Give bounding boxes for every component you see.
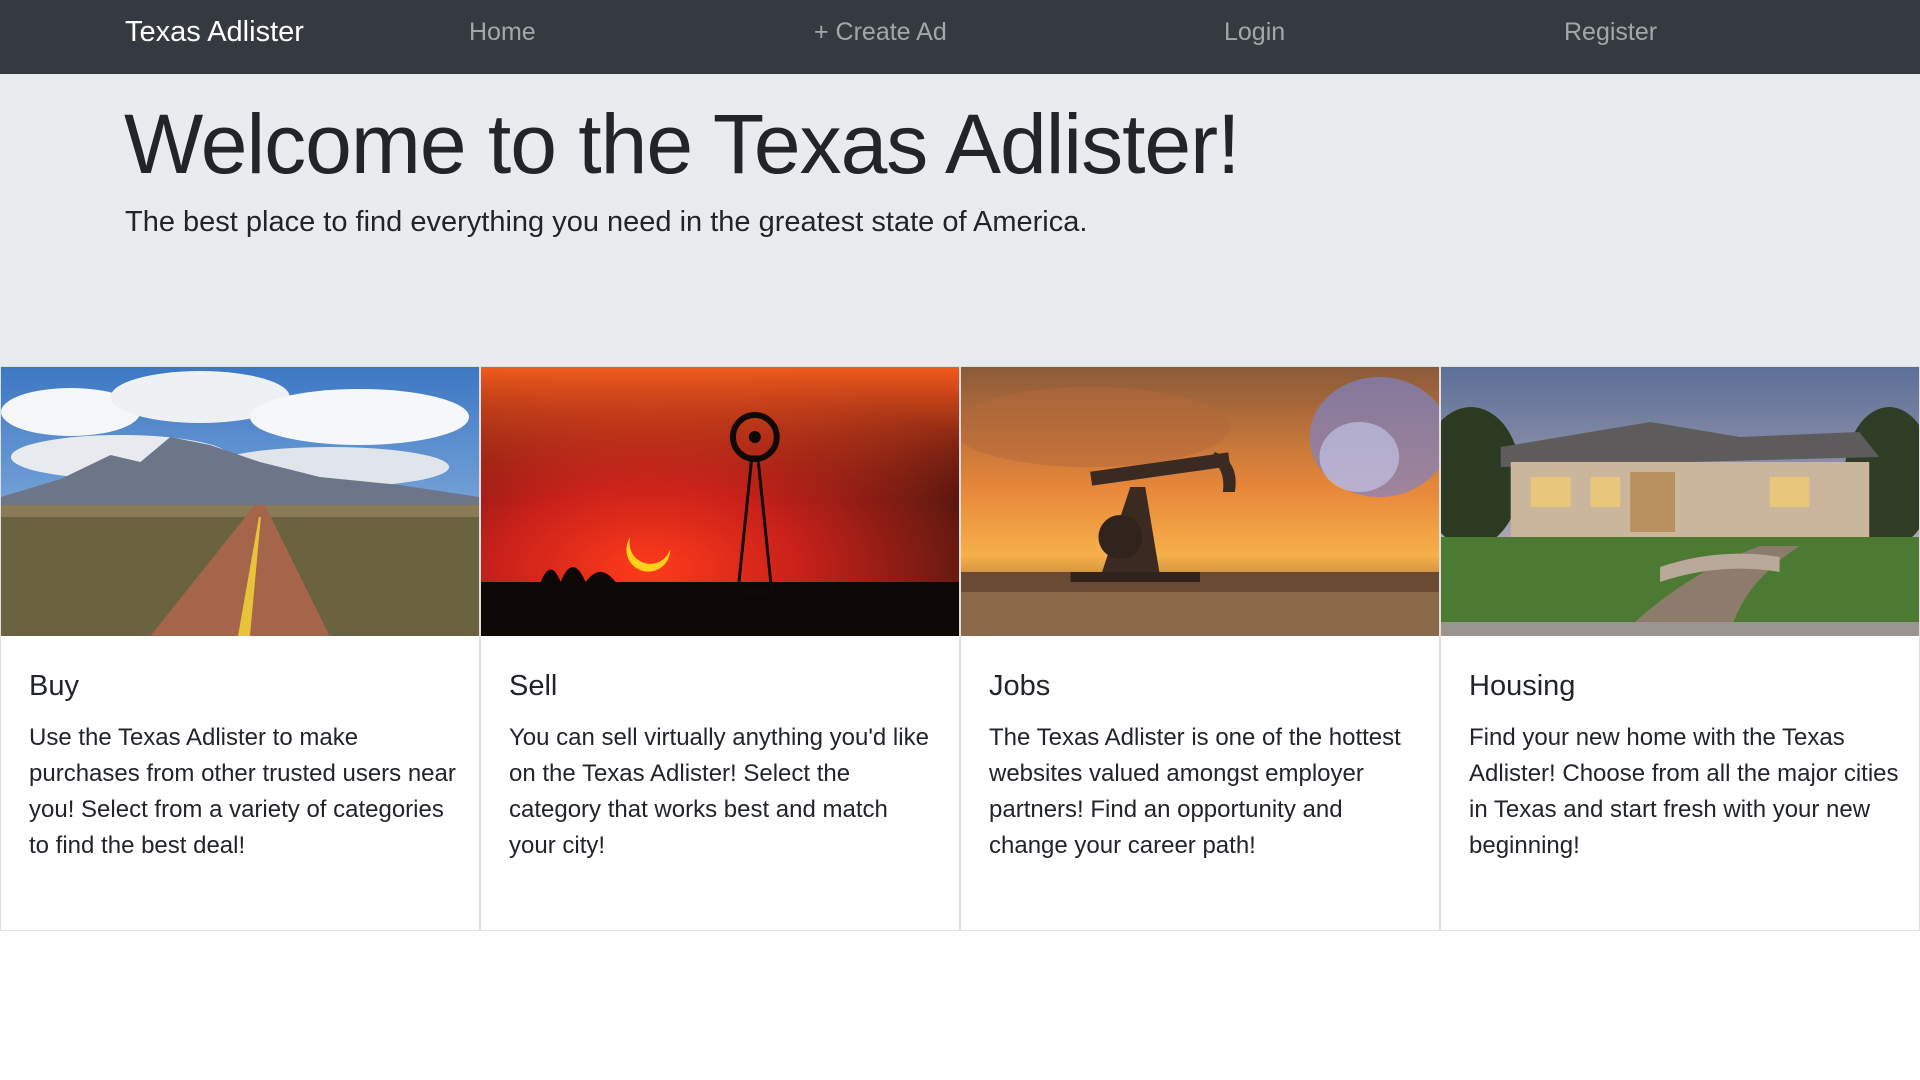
nav-login-link[interactable]: Login bbox=[1224, 0, 1285, 74]
card-jobs: Jobs The Texas Adlister is one of the ho… bbox=[960, 366, 1440, 931]
oil-pump-image bbox=[961, 367, 1439, 636]
card-title-jobs: Jobs bbox=[989, 670, 1051, 702]
card-title-sell: Sell bbox=[509, 670, 558, 702]
jumbotron: Welcome to the Texas Adlister! The best … bbox=[0, 74, 1920, 366]
card-text-jobs: The Texas Adlister is one of the hottest… bbox=[989, 724, 1401, 859]
nav-home-link[interactable]: Home bbox=[469, 0, 536, 74]
card-housing: Housing Find your new home with the Texa… bbox=[1440, 366, 1920, 931]
nav-register-link[interactable]: Register bbox=[1564, 0, 1657, 74]
card-buy: Buy Use the Texas Adlister to make purch… bbox=[0, 366, 480, 931]
card-deck: Buy Use the Texas Adlister to make purch… bbox=[0, 366, 1920, 931]
card-text-buy: Use the Texas Adlister to make purchases… bbox=[29, 724, 456, 859]
card-text-housing: Find your new home with the Texas Adlist… bbox=[1469, 724, 1899, 859]
page-lead: The best place to find everything you ne… bbox=[125, 206, 1088, 238]
nav-create-ad-link[interactable]: + Create Ad bbox=[814, 0, 947, 74]
page-title: Welcome to the Texas Adlister! bbox=[124, 97, 1240, 191]
card-sell: Sell You can sell virtually anything you… bbox=[480, 366, 960, 931]
card-title-buy: Buy bbox=[29, 670, 79, 702]
card-title-housing: Housing bbox=[1469, 670, 1576, 702]
windmill-sunset-image bbox=[481, 367, 959, 636]
card-text-sell: You can sell virtually anything you'd li… bbox=[509, 724, 929, 859]
navbar: Texas Adlister Home + Create Ad Login Re… bbox=[0, 0, 1920, 74]
brand-link[interactable]: Texas Adlister bbox=[125, 0, 304, 74]
desert-road-image bbox=[1, 367, 479, 636]
house-image bbox=[1441, 367, 1919, 636]
